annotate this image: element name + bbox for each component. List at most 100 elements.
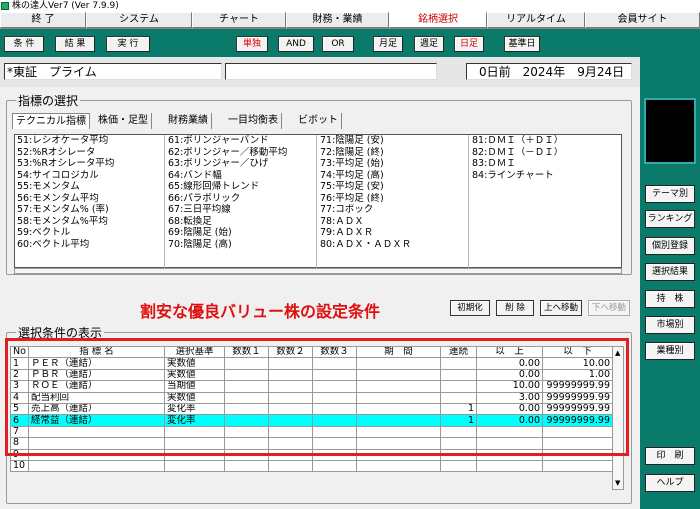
table-cell[interactable] [312, 459, 357, 473]
scroll-up-arrow-icon[interactable]: ▲ [615, 349, 620, 357]
table-cell[interactable] [440, 448, 477, 461]
table-cell[interactable] [224, 402, 269, 416]
table-cell[interactable] [542, 425, 613, 439]
table-cell[interactable] [28, 425, 165, 439]
table-cell[interactable]: 0.00 [476, 414, 543, 427]
indicator-item[interactable]: 58:モメンタム%平均 [15, 216, 164, 228]
table-row[interactable]: 9 [10, 448, 613, 461]
table-cell[interactable] [542, 437, 613, 450]
table-cell[interactable]: 売上高（連結） [28, 402, 165, 416]
scroll-down-arrow-icon[interactable]: ▼ [615, 479, 620, 487]
market-field[interactable]: *東証 プライム [4, 63, 222, 80]
table-cell[interactable]: 変化率 [164, 414, 225, 427]
indicator-item[interactable]: 62:ボリンジャー／移動平均 [166, 147, 316, 159]
table-cell[interactable] [312, 414, 357, 427]
table-cell[interactable]: 経常益（連結） [28, 414, 165, 427]
indicator-item[interactable]: 79:ＡＤＸＲ [318, 227, 468, 239]
table-cell[interactable] [164, 425, 225, 439]
table-cell[interactable] [440, 391, 477, 404]
table-cell[interactable] [28, 459, 165, 473]
table-cell[interactable] [224, 380, 269, 393]
table-cell[interactable] [268, 414, 313, 427]
table-row[interactable]: 7 [10, 425, 613, 439]
table-cell[interactable] [356, 368, 441, 382]
table-cell[interactable] [356, 357, 441, 370]
table-cell[interactable] [356, 380, 441, 393]
table-cell[interactable] [224, 425, 269, 439]
table-cell[interactable]: 0.00 [476, 357, 543, 370]
indicator-item[interactable]: 66:パラボリック [166, 193, 316, 205]
table-cell[interactable]: 99999999.99 [542, 391, 613, 404]
table-cell[interactable]: 7 [10, 425, 29, 439]
table-cell[interactable] [268, 357, 313, 370]
table-cell[interactable] [268, 380, 313, 393]
table-cell[interactable] [164, 459, 225, 473]
indicator-item[interactable]: 73:平均足 (始) [318, 158, 468, 170]
indicator-item[interactable]: 69:陰陽足 (始) [166, 227, 316, 239]
menu-stock-selection[interactable]: 銘柄選択 [389, 12, 487, 28]
execute-button[interactable]: 実 行 [106, 36, 150, 52]
table-row[interactable]: 5 売上高（連結） 変化率 1 0.00 99999999.99 [10, 402, 613, 416]
table-cell[interactable]: 10.00 [476, 380, 543, 393]
table-cell[interactable] [268, 448, 313, 461]
table-cell[interactable]: 3 [10, 380, 29, 393]
indicator-item[interactable]: 63:ボリンジャー／ひげ [166, 158, 316, 170]
table-cell[interactable] [312, 448, 357, 461]
table-cell[interactable]: 0.00 [476, 368, 543, 382]
mode-or-button[interactable]: OR [322, 36, 354, 52]
indicator-item[interactable]: 70:陰陽足 (高) [166, 239, 316, 251]
indicator-item[interactable]: 65:線形回帰トレンド [166, 181, 316, 193]
table-cell[interactable] [356, 448, 441, 461]
table-cell[interactable] [312, 437, 357, 450]
tab-technical[interactable]: テクニカル指標 [12, 113, 90, 129]
indicator-h-scrollbar[interactable] [14, 268, 622, 274]
table-cell[interactable] [312, 402, 357, 416]
table-cell[interactable]: 10.00 [542, 357, 613, 370]
table-cell[interactable] [440, 425, 477, 439]
table-cell[interactable] [268, 391, 313, 404]
table-cell[interactable]: 3.00 [476, 391, 543, 404]
weekly-button[interactable]: 週足 [414, 36, 444, 52]
table-cell[interactable]: 当期値 [164, 380, 225, 393]
table-cell[interactable] [356, 425, 441, 439]
indicator-item[interactable]: 83:ＤＭＩ [470, 158, 621, 170]
table-cell[interactable]: 1 [440, 402, 477, 416]
indicator-item[interactable]: 78:ＡＤＸ [318, 216, 468, 228]
table-cell[interactable]: 8 [10, 437, 29, 450]
base-date-button[interactable]: 基準日 [504, 36, 540, 52]
table-cell[interactable] [224, 459, 269, 473]
table-cell[interactable] [356, 391, 441, 404]
indicator-item[interactable]: 53:%Rオシレータ平均 [15, 158, 164, 170]
table-cell[interactable] [164, 448, 225, 461]
table-cell[interactable] [224, 414, 269, 427]
indicator-item[interactable]: 59:ベクトル [15, 227, 164, 239]
indicator-item[interactable]: 67:三日平均線 [166, 204, 316, 216]
individual-register-button[interactable]: 個別登録 [645, 237, 695, 255]
help-button[interactable]: ヘルプ [645, 474, 695, 492]
monthly-button[interactable]: 月足 [373, 36, 403, 52]
table-cell[interactable]: 99999999.99 [542, 402, 613, 416]
table-cell[interactable] [268, 459, 313, 473]
mode-single-button[interactable]: 単独 [236, 36, 268, 52]
menu-finance[interactable]: 財務・業績 [286, 12, 389, 28]
indicator-item[interactable]: 56:モメンタム平均 [15, 193, 164, 205]
table-row[interactable]: 1 ＰＥＲ（連結） 実数値 0.00 10.00 [10, 357, 613, 370]
table-cell[interactable] [356, 414, 441, 427]
print-button[interactable]: 印 刷 [645, 447, 695, 465]
table-cell[interactable] [476, 448, 543, 461]
table-cell[interactable]: 4 [10, 391, 29, 404]
indicator-item[interactable]: 55:モメンタム [15, 181, 164, 193]
table-cell[interactable] [440, 380, 477, 393]
indicator-item[interactable]: 84:ラインチャート [470, 170, 621, 182]
indicator-item[interactable]: 80:ＡＤＸ・ＡＤＸＲ [318, 239, 468, 251]
daily-button[interactable]: 日足 [454, 36, 484, 52]
indicator-item[interactable]: 60:ベクトル平均 [15, 239, 164, 251]
table-cell[interactable] [356, 437, 441, 450]
menu-chart[interactable]: チャート [192, 12, 286, 28]
menu-realtime[interactable]: リアルタイム [487, 12, 585, 28]
tab-pivot[interactable]: ビボット [295, 113, 342, 129]
tab-price-candle[interactable]: 株価・足型 [95, 113, 152, 129]
table-cell[interactable]: 5 [10, 402, 29, 416]
indicator-item[interactable]: 52:%Rオシレータ [15, 147, 164, 159]
initialize-button[interactable]: 初期化 [450, 300, 490, 316]
